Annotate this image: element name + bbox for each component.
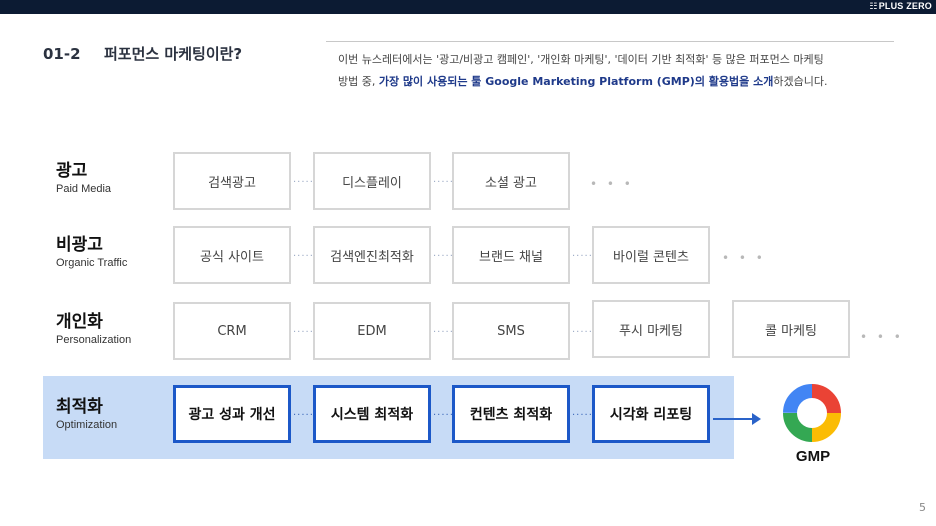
connector-dots: ····· (293, 327, 314, 338)
paid-item-display: 디스플레이 (313, 152, 431, 210)
more-ellipsis: • • • (860, 330, 904, 344)
row-label-optimization: 최적화 Optimization (56, 397, 118, 431)
connector-dots: ····· (572, 251, 593, 262)
opt-item-content: 컨텐츠 최적화 (452, 385, 570, 443)
connector-dots: ····· (572, 410, 593, 421)
organic-item-viral-content: 바이럴 콘텐츠 (592, 226, 710, 284)
gmp-logo-icon (783, 384, 841, 442)
page-number: 5 (919, 501, 926, 514)
row-label-organic: 비광고 Organic Traffic (56, 235, 128, 269)
gmp-label: GMP (795, 448, 831, 465)
section-number: 01-2 (43, 45, 81, 63)
arrow-right-icon (752, 413, 761, 425)
personal-item-push: 푸시 마케팅 (592, 300, 710, 358)
description-highlight: 가장 많이 사용되는 툴 Google Marketing Platform (… (378, 75, 774, 88)
personal-item-crm: CRM (173, 302, 291, 360)
connector-dots: ····· (433, 177, 454, 188)
connector-dots: ····· (293, 410, 314, 421)
row-label-personalization: 개인화 Personalization (56, 312, 132, 346)
description: 이번 뉴스레터에서는 '광고/비광고 캠페인', '개인화 마케팅', '데이터… (338, 49, 894, 93)
personal-item-edm: EDM (313, 302, 431, 360)
header-divider (326, 41, 894, 42)
more-ellipsis: • • • (722, 251, 766, 265)
organic-item-seo: 검색엔진최적화 (313, 226, 431, 284)
brand-logo: ☷PLUS ZERO (869, 1, 932, 11)
paid-item-search-ads: 검색광고 (173, 152, 291, 210)
organic-item-official-site: 공식 사이트 (173, 226, 291, 284)
organic-item-brand-channel: 브랜드 채널 (452, 226, 570, 284)
opt-item-visual-reporting: 시각화 리포팅 (592, 385, 710, 443)
connector-dots: ····· (433, 327, 454, 338)
logo-mark-icon: ☷ (869, 1, 878, 11)
description-line-2: 방법 중, 가장 많이 사용되는 툴 Google Marketing Plat… (338, 75, 828, 88)
connector-dots: ····· (433, 251, 454, 262)
opt-item-ad-performance: 광고 성과 개선 (173, 385, 291, 443)
connector-dots: ····· (572, 327, 593, 338)
more-ellipsis: • • • (590, 177, 634, 191)
paid-item-social: 소셜 광고 (452, 152, 570, 210)
top-bar: ☷PLUS ZERO (0, 0, 936, 14)
page-title: 퍼포먼스 마케팅이란? (104, 45, 243, 63)
description-line-1: 이번 뉴스레터에서는 '광고/비광고 캠페인', '개인화 마케팅', '데이터… (338, 53, 824, 66)
personal-item-call: 콜 마케팅 (732, 300, 850, 358)
connector-dots: ····· (433, 410, 454, 421)
arrow-line (713, 418, 753, 420)
connector-dots: ····· (293, 177, 314, 188)
connector-dots: ····· (293, 251, 314, 262)
personal-item-sms: SMS (452, 302, 570, 360)
row-label-paid: 광고 Paid Media (56, 161, 112, 195)
opt-item-system: 시스템 최적화 (313, 385, 431, 443)
